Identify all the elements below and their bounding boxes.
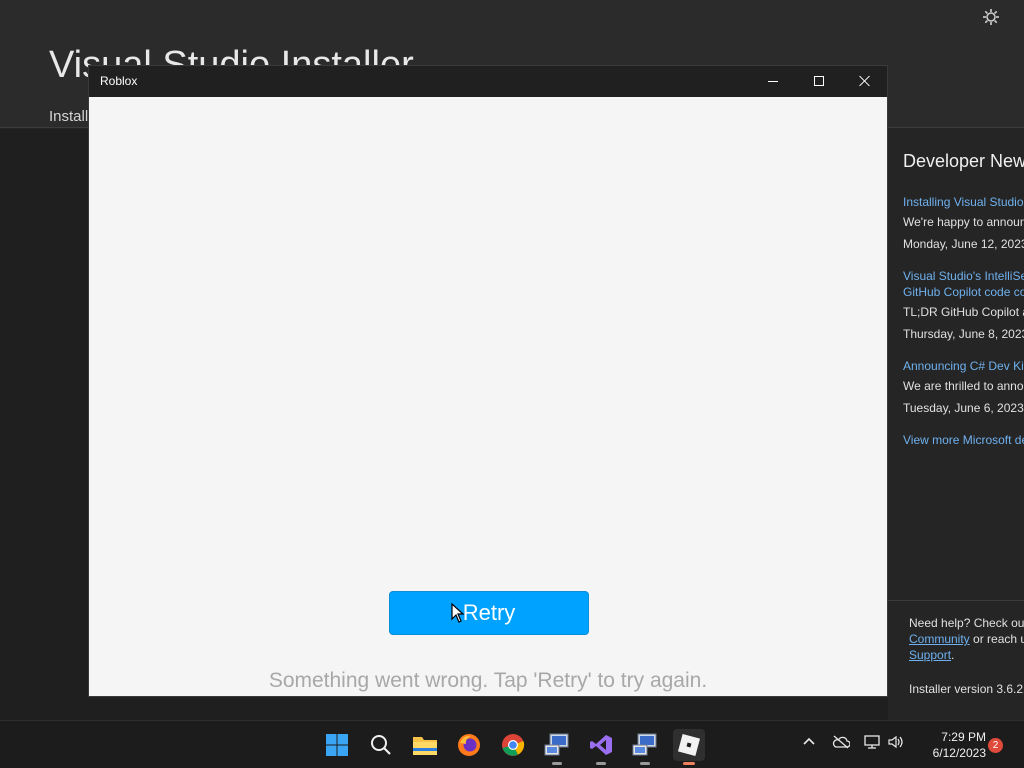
- news-date: Thursday, June 8, 2023: [903, 327, 1024, 341]
- running-indicator: [640, 762, 650, 765]
- mouse-cursor-icon: [451, 602, 465, 628]
- news-title: Developer News: [903, 151, 1024, 171]
- help-line-3: Support.: [909, 647, 954, 663]
- support-link[interactable]: Support: [909, 648, 951, 662]
- chevron-up-icon[interactable]: [802, 735, 816, 752]
- help-panel: Need help? Check out Community or reach …: [888, 600, 1024, 720]
- maximize-button[interactable]: [796, 66, 842, 97]
- roblox-window: Roblox Retry Something went wrong. Tap '…: [88, 65, 888, 697]
- roblox-titlebar[interactable]: Roblox: [89, 66, 887, 97]
- gear-icon[interactable]: [982, 8, 1000, 31]
- firefox-icon[interactable]: [453, 729, 485, 761]
- developer-news-panel: Developer News Installing Visual Studio …: [888, 129, 1024, 600]
- onedrive-offline-icon[interactable]: [832, 735, 851, 752]
- help-line-2: Community or reach us: [909, 631, 1024, 647]
- view-more-news-link[interactable]: View more Microsoft developer news...: [903, 433, 1024, 447]
- start-icon[interactable]: [321, 729, 353, 761]
- help-text-rest: or reach us: [973, 632, 1024, 646]
- roblox-icon[interactable]: [673, 729, 705, 765]
- file-explorer-icon[interactable]: [409, 729, 441, 761]
- news-link[interactable]: Installing Visual Studio: [903, 195, 1024, 209]
- retry-button[interactable]: Retry: [389, 591, 589, 635]
- close-button[interactable]: [842, 66, 888, 97]
- help-text: Need help? Check out: [909, 616, 1024, 630]
- news-summary: We are thrilled to announce: [903, 379, 1024, 393]
- close-icon: [859, 75, 871, 87]
- taskbar: 7:29 PM 6/12/2023 2: [0, 720, 1024, 768]
- installer-version: Installer version 3.6.2115: [909, 682, 1024, 696]
- news-link[interactable]: Visual Studio's IntelliSense: [903, 269, 1024, 283]
- maximize-icon: [814, 76, 824, 86]
- minimize-button[interactable]: [750, 66, 796, 97]
- vs-installer-icon-2[interactable]: [629, 729, 661, 765]
- news-date: Monday, June 12, 2023: [903, 237, 1024, 251]
- clock-time: 7:29 PM: [941, 730, 986, 744]
- chrome-icon[interactable]: [497, 729, 529, 761]
- network-icon[interactable]: [864, 735, 882, 752]
- news-summary: We're happy to announce: [903, 215, 1024, 229]
- help-period: .: [951, 648, 955, 662]
- volume-icon[interactable]: [888, 735, 906, 752]
- notification-badge[interactable]: 2: [988, 738, 1003, 753]
- error-message: Something went wrong. Tap 'Retry' to try…: [268, 669, 708, 692]
- visual-studio-icon[interactable]: [585, 729, 617, 765]
- news-date: Tuesday, June 6, 2023: [903, 401, 1024, 415]
- running-indicator: [596, 762, 606, 765]
- news-link-continued[interactable]: GitHub Copilot code completions: [903, 285, 1024, 299]
- vs-installer-icon[interactable]: [541, 729, 573, 765]
- minimize-icon: [768, 81, 778, 82]
- community-link[interactable]: Community: [909, 632, 970, 646]
- news-summary: TL;DR GitHub Copilot and: [903, 305, 1024, 319]
- clock[interactable]: 7:29 PM 6/12/2023: [916, 729, 986, 761]
- window-title: Roblox: [100, 74, 138, 88]
- search-icon[interactable]: [365, 729, 397, 761]
- running-indicator: [552, 762, 562, 765]
- news-link[interactable]: Announcing C# Dev Kit: [903, 359, 1024, 373]
- active-indicator: [683, 762, 695, 765]
- clock-date: 6/12/2023: [932, 746, 986, 760]
